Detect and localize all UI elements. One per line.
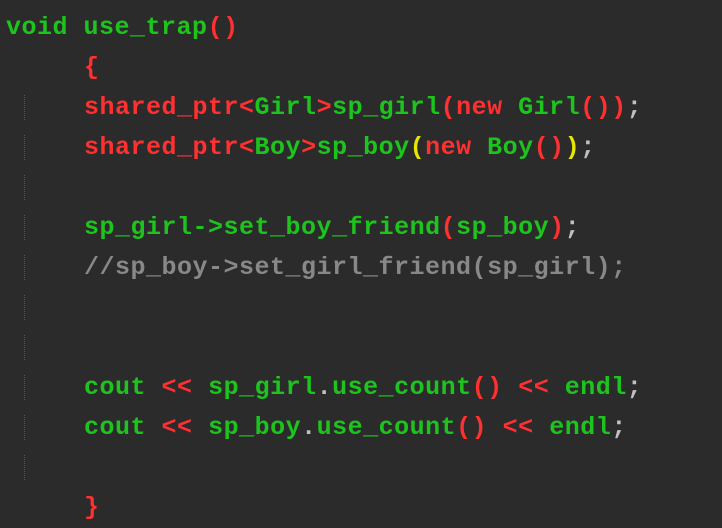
stream-op: <<: [518, 373, 549, 402]
dot-op: .: [317, 373, 333, 402]
blank-line: [6, 328, 716, 368]
semicolon: ;: [565, 213, 581, 242]
method-use-count: use_count: [317, 413, 457, 442]
brace-open: {: [84, 53, 100, 82]
paren-open: (: [580, 93, 596, 122]
code-editor[interactable]: void use_trap() { shared_ptr<Girl>sp_gir…: [6, 8, 716, 528]
paren-close: ): [565, 133, 581, 162]
function-name: use_trap: [84, 13, 208, 42]
cout: cout: [84, 413, 146, 442]
semicolon: ;: [580, 133, 596, 162]
comment-line: //sp_boy->set_girl_friend(sp_girl);: [84, 253, 627, 282]
stream-op: <<: [503, 413, 534, 442]
method-set-boy-friend: set_boy_friend: [224, 213, 441, 242]
var-sp-boy: sp_boy: [208, 413, 301, 442]
paren-open: (: [441, 93, 457, 122]
paren-close: ): [549, 133, 565, 162]
paren-close: ): [223, 13, 239, 42]
paren-open: (: [456, 413, 472, 442]
code-line-8: cout << sp_boy.use_count() << endl;: [6, 408, 716, 448]
endl: endl: [549, 413, 611, 442]
code-line-2: {: [6, 48, 716, 88]
angle-close: >: [317, 93, 333, 122]
arg-sp-boy: sp_boy: [456, 213, 549, 242]
code-line-3: shared_ptr<Girl>sp_girl(new Girl());: [6, 88, 716, 128]
blank-line: [6, 168, 716, 208]
angle-open: <: [239, 133, 255, 162]
semicolon: ;: [611, 413, 627, 442]
var-sp-girl: sp_girl: [208, 373, 317, 402]
arrow-op: ->: [193, 213, 224, 242]
stream-op: <<: [162, 413, 193, 442]
ctor-girl: Girl: [518, 93, 580, 122]
paren-open: (: [472, 373, 488, 402]
keyword-new: new: [456, 93, 503, 122]
code-line-5: sp_girl->set_boy_friend(sp_boy);: [6, 208, 716, 248]
brace-close: }: [84, 493, 100, 522]
angle-close: >: [301, 133, 317, 162]
paren-close: ): [487, 373, 503, 402]
type-boy: Boy: [255, 133, 302, 162]
keyword-new: new: [425, 133, 472, 162]
paren-open: (: [441, 213, 457, 242]
type-shared-ptr: shared_ptr: [84, 133, 239, 162]
angle-open: <: [239, 93, 255, 122]
paren-open: (: [208, 13, 224, 42]
var-sp-girl: sp_girl: [332, 93, 441, 122]
method-use-count: use_count: [332, 373, 472, 402]
var-sp-girl: sp_girl: [84, 213, 193, 242]
var-sp-boy: sp_boy: [317, 133, 410, 162]
code-line-7: cout << sp_girl.use_count() << endl;: [6, 368, 716, 408]
type-girl: Girl: [255, 93, 317, 122]
paren-close: ): [611, 93, 627, 122]
paren-close: ): [596, 93, 612, 122]
blank-line: [6, 448, 716, 488]
paren-open: (: [410, 133, 426, 162]
stream-op: <<: [162, 373, 193, 402]
ctor-boy: Boy: [487, 133, 534, 162]
endl: endl: [565, 373, 627, 402]
code-line-4: shared_ptr<Boy>sp_boy(new Boy());: [6, 128, 716, 168]
code-line-1: void use_trap(): [6, 8, 716, 48]
paren-open: (: [534, 133, 550, 162]
dot-op: .: [301, 413, 317, 442]
paren-close: ): [549, 213, 565, 242]
keyword-void: void: [6, 13, 68, 42]
blank-line: [6, 288, 716, 328]
code-line-9: }: [6, 488, 716, 528]
code-line-6: //sp_boy->set_girl_friend(sp_girl);: [6, 248, 716, 288]
cout: cout: [84, 373, 146, 402]
semicolon: ;: [627, 373, 643, 402]
type-shared-ptr: shared_ptr: [84, 93, 239, 122]
paren-close: ): [472, 413, 488, 442]
semicolon: ;: [627, 93, 643, 122]
